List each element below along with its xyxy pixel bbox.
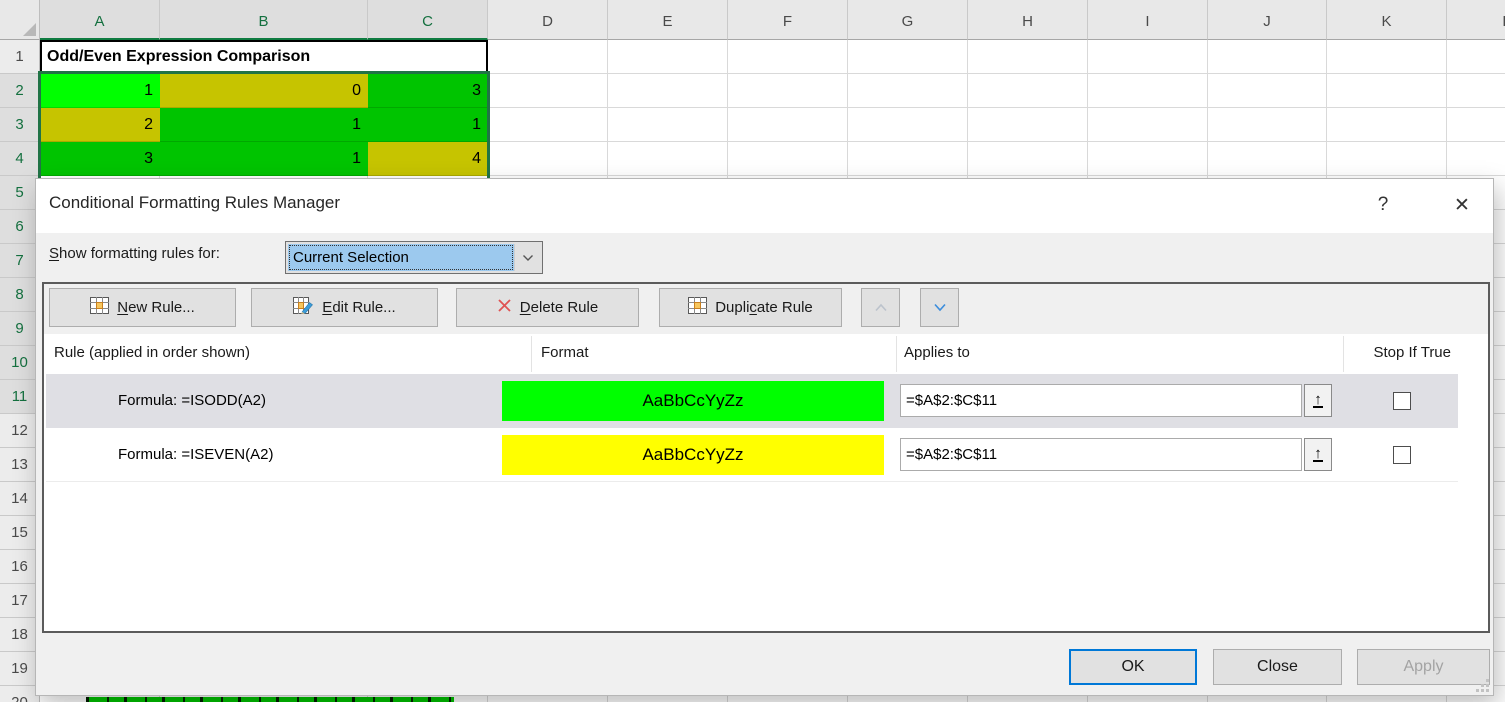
resize-grip[interactable] — [1476, 679, 1489, 692]
row-header-14[interactable]: 14 — [0, 482, 40, 516]
move-rule-up-button[interactable] — [861, 288, 900, 327]
rules-list-header: Rule (applied in order shown) Format App… — [44, 334, 1488, 374]
column-header-A[interactable]: A — [40, 0, 160, 40]
cell-B2[interactable]: 0 — [160, 74, 368, 108]
column-header-K[interactable]: K — [1327, 0, 1447, 40]
column-header-C[interactable]: C — [368, 0, 488, 40]
close-button[interactable]: Close — [1213, 649, 1342, 685]
row-header-7[interactable]: 7 — [0, 244, 40, 278]
rules-container: New Rule... Edit Rule... Delete Rule — [42, 282, 1490, 633]
cell-a1-title[interactable]: Odd/Even Expression Comparison — [40, 40, 488, 74]
column-header-H[interactable]: H — [968, 0, 1088, 40]
select-all-triangle-icon — [23, 23, 36, 36]
row-header-3[interactable]: 3 — [0, 108, 40, 142]
edit-rule-pencil-icon — [293, 297, 314, 318]
format-sample-text: AaBbCcYyZz — [642, 445, 743, 465]
column-header-L[interactable]: L — [1447, 0, 1505, 40]
applies-to-input[interactable] — [900, 384, 1302, 417]
stop-if-true-checkbox[interactable] — [1393, 446, 1411, 464]
format-sample-text: AaBbCcYyZz — [642, 391, 743, 411]
rule-row-isodd[interactable]: Formula: =ISODD(A2) AaBbCcYyZz ↑ — [46, 374, 1458, 428]
cell-C2[interactable]: 3 — [368, 74, 488, 108]
apply-button: Apply — [1357, 649, 1490, 685]
column-header-E[interactable]: E — [608, 0, 728, 40]
delete-rule-button[interactable]: Delete Rule — [456, 288, 639, 327]
applies-to-input[interactable] — [900, 438, 1302, 471]
ok-button[interactable]: OK — [1069, 649, 1197, 685]
column-divider — [896, 336, 897, 372]
row-header-13[interactable]: 13 — [0, 448, 40, 482]
format-preview: AaBbCcYyZz — [502, 381, 884, 421]
cell-A4[interactable]: 3 — [40, 142, 160, 176]
column-header-F[interactable]: F — [728, 0, 848, 40]
column-header-J[interactable]: J — [1208, 0, 1327, 40]
partial-row20-cells — [86, 697, 454, 702]
rule-description: Formula: =ISODD(A2) — [118, 392, 266, 409]
row-header-16[interactable]: 16 — [0, 550, 40, 584]
row-header-19[interactable]: 19 — [0, 652, 40, 686]
cell-A3[interactable]: 2 — [40, 108, 160, 142]
row-header-10[interactable]: 10 — [0, 346, 40, 380]
row-header-12[interactable]: 12 — [0, 414, 40, 448]
rules-toolbar: New Rule... Edit Rule... Delete Rule — [44, 284, 1488, 334]
row-header-18[interactable]: 18 — [0, 618, 40, 652]
excel-window: ABCDEFGHIJKL 123456789101112131415161718… — [0, 0, 1505, 702]
column-divider — [531, 336, 532, 372]
row-header-8[interactable]: 8 — [0, 278, 40, 312]
collapse-dialog-arrow-icon: ↑ — [1313, 393, 1323, 408]
chevron-up-icon — [874, 303, 888, 312]
cell-A2[interactable]: 1 — [40, 74, 160, 108]
range-picker-button[interactable]: ↑ — [1304, 384, 1332, 417]
rule-row-iseven[interactable]: Formula: =ISEVEN(A2) AaBbCcYyZz ↑ — [46, 428, 1458, 482]
cell-C4[interactable]: 4 — [368, 142, 488, 176]
row-header-6[interactable]: 6 — [0, 210, 40, 244]
move-rule-down-button[interactable] — [920, 288, 959, 327]
header-format: Format — [541, 344, 589, 361]
select-all-corner[interactable] — [0, 0, 40, 40]
row-header-15[interactable]: 15 — [0, 516, 40, 550]
column-header-G[interactable]: G — [848, 0, 968, 40]
new-rule-table-icon — [90, 297, 109, 318]
help-icon[interactable]: ? — [1369, 191, 1397, 219]
duplicate-rule-button[interactable]: Duplicate Rule — [659, 288, 842, 327]
cell-B4[interactable]: 1 — [160, 142, 368, 176]
header-stop-if-true: Stop If True — [1373, 344, 1451, 361]
row-header-1[interactable]: 1 — [0, 40, 40, 74]
scope-dropdown-value[interactable]: Current Selection — [288, 244, 514, 271]
cf-rules-manager-dialog: Conditional Formatting Rules Manager ? ✕… — [35, 178, 1494, 696]
scope-dropdown[interactable]: Current Selection — [285, 241, 543, 274]
cell-C3[interactable]: 1 — [368, 108, 488, 142]
row-header-9[interactable]: 9 — [0, 312, 40, 346]
column-header-B[interactable]: B — [160, 0, 368, 40]
column-divider — [1343, 336, 1344, 372]
row-header-4[interactable]: 4 — [0, 142, 40, 176]
row-header-17[interactable]: 17 — [0, 584, 40, 618]
header-applies-to: Applies to — [904, 344, 970, 361]
stop-if-true-checkbox[interactable] — [1393, 392, 1411, 410]
cell-B3[interactable]: 1 — [160, 108, 368, 142]
edit-rule-button[interactable]: Edit Rule... — [251, 288, 438, 327]
dialog-title: Conditional Formatting Rules Manager — [49, 193, 340, 213]
row-header-5[interactable]: 5 — [0, 176, 40, 210]
row-header-2[interactable]: 2 — [0, 74, 40, 108]
column-header-I[interactable]: I — [1088, 0, 1208, 40]
format-preview: AaBbCcYyZz — [502, 435, 884, 475]
new-rule-button[interactable]: New Rule... — [49, 288, 236, 327]
row-header-20[interactable]: 20 — [0, 686, 40, 702]
row-header-11[interactable]: 11 — [0, 380, 40, 414]
chevron-down-icon — [522, 254, 534, 262]
clipped-cell-text — [86, 697, 454, 702]
column-header-D[interactable]: D — [488, 0, 608, 40]
show-rules-label: Show formatting rules for: — [49, 245, 220, 262]
chevron-down-icon — [933, 303, 947, 312]
close-icon[interactable]: ✕ — [1444, 190, 1480, 220]
collapse-dialog-arrow-icon: ↑ — [1313, 447, 1323, 462]
rule-description: Formula: =ISEVEN(A2) — [118, 446, 273, 463]
delete-x-icon — [497, 298, 512, 317]
dropdown-arrow-button[interactable] — [514, 244, 540, 271]
duplicate-rule-table-icon — [688, 297, 707, 318]
range-picker-button[interactable]: ↑ — [1304, 438, 1332, 471]
header-rule: Rule (applied in order shown) — [54, 344, 250, 361]
